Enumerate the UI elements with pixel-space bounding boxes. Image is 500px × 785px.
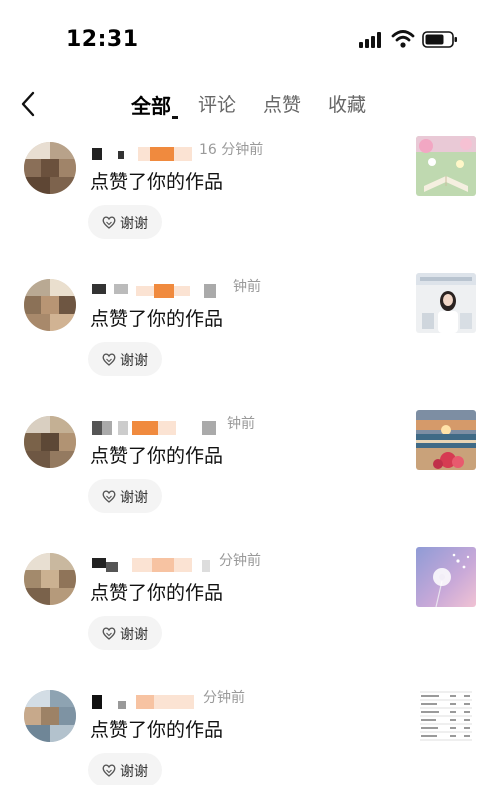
tab-all[interactable]: 全部 (131, 90, 171, 119)
post-thumbnail[interactable] (416, 547, 476, 607)
post-thumbnail[interactable] (416, 136, 476, 196)
action-text: 点赞了你的作品 (90, 171, 224, 193)
avatar[interactable] (24, 690, 76, 742)
avatar[interactable] (24, 553, 76, 605)
list-item[interactable]: 钟前 点赞了你的作品 谢谢 (0, 271, 500, 408)
active-tab-indicator (172, 116, 178, 119)
tab-likes[interactable]: 点赞 (263, 90, 301, 117)
list-item[interactable]: 钟前 点赞了你的作品 谢谢 (0, 408, 500, 545)
thanks-label: 谢谢 (120, 627, 148, 643)
avatar[interactable] (24, 142, 76, 194)
thanks-label: 谢谢 (120, 216, 148, 232)
signal-icon (359, 32, 381, 48)
heart-hands-icon (102, 764, 116, 777)
post-thumbnail[interactable] (416, 273, 476, 333)
timestamp: 钟前 (227, 416, 255, 432)
post-thumbnail[interactable] (416, 410, 476, 470)
status-bar: 12:31 (0, 0, 500, 80)
action-text: 点赞了你的作品 (90, 308, 224, 330)
avatar[interactable] (24, 279, 76, 331)
timestamp: 16 分钟前 (199, 142, 264, 158)
thanks-button[interactable]: 谢谢 (88, 205, 162, 239)
top-nav: 全部 评论 点赞 收藏 (0, 80, 500, 130)
list-item[interactable]: 16 分钟前 点赞了你的作品 谢谢 (0, 134, 500, 271)
post-thumbnail[interactable] (416, 684, 476, 744)
action-text: 点赞了你的作品 (90, 582, 224, 604)
heart-hands-icon (102, 216, 116, 229)
timestamp: 钟前 (233, 279, 261, 295)
timestamp: 分钟前 (219, 553, 261, 569)
heart-hands-icon (102, 353, 116, 366)
back-arrow-icon[interactable] (18, 90, 40, 118)
action-text: 点赞了你的作品 (90, 445, 224, 467)
battery-icon (422, 31, 457, 48)
thanks-label: 谢谢 (120, 353, 148, 369)
thanks-button[interactable]: 谢谢 (88, 342, 162, 376)
heart-hands-icon (102, 490, 116, 503)
thanks-button[interactable]: 谢谢 (88, 753, 162, 785)
heart-hands-icon (102, 627, 116, 640)
thanks-button[interactable]: 谢谢 (88, 616, 162, 650)
timestamp: 分钟前 (203, 690, 245, 706)
thanks-label: 谢谢 (120, 764, 148, 780)
thanks-button[interactable]: 谢谢 (88, 479, 162, 513)
tab-comments[interactable]: 评论 (198, 90, 236, 117)
list-item[interactable]: 分钟前 点赞了你的作品 谢谢 (0, 545, 500, 682)
tab-favorites[interactable]: 收藏 (328, 90, 366, 117)
thanks-label: 谢谢 (120, 490, 148, 506)
avatar[interactable] (24, 416, 76, 468)
status-time: 12:31 (66, 27, 139, 52)
list-item[interactable]: 分钟前 点赞了你的作品 谢谢 (0, 682, 500, 785)
action-text: 点赞了你的作品 (90, 719, 224, 741)
wifi-icon (391, 30, 415, 48)
